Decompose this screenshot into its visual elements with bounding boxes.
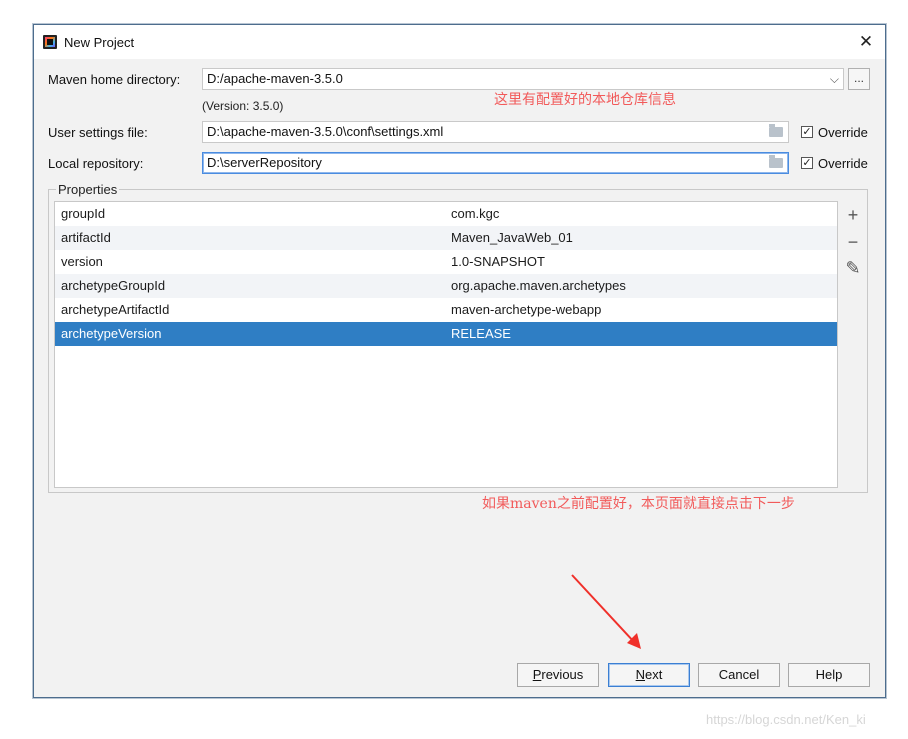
property-key: version: [61, 254, 103, 269]
property-value: com.kgc: [451, 206, 500, 221]
table-row-selected[interactable]: archetypeVersion RELEASE: [55, 322, 837, 346]
next-button[interactable]: Next: [608, 663, 690, 687]
local-repo-field[interactable]: D:\serverRepository: [202, 152, 789, 174]
properties-toolbar: + − ✎: [840, 201, 866, 488]
maven-home-label: Maven home directory:: [48, 72, 181, 87]
maven-home-browse-button[interactable]: ...: [848, 68, 870, 90]
local-repo-override-checkbox[interactable]: ✓: [801, 157, 813, 169]
help-button[interactable]: Help: [788, 663, 870, 687]
intellij-idea-icon: [43, 35, 57, 49]
folder-icon[interactable]: [769, 155, 783, 168]
property-value: RELEASE: [451, 326, 511, 341]
property-key: archetypeGroupId: [61, 278, 166, 293]
user-settings-override-checkbox[interactable]: ✓: [801, 126, 813, 138]
properties-table[interactable]: groupId com.kgc artifactId Maven_JavaWeb…: [54, 201, 838, 488]
user-settings-value: D:\apache-maven-3.5.0\conf\settings.xml: [207, 124, 444, 139]
user-settings-override-label: Override: [818, 125, 868, 140]
next-label: ext: [645, 667, 663, 682]
close-icon[interactable]: ✕: [855, 31, 877, 53]
annotation-local-repo-info: 这里有配置好的本地仓库信息: [494, 92, 676, 108]
table-row[interactable]: version 1.0-SNAPSHOT: [55, 250, 837, 274]
property-value: 1.0-SNAPSHOT: [451, 254, 545, 269]
table-row[interactable]: archetypeGroupId org.apache.maven.archet…: [55, 274, 837, 298]
property-value: Maven_JavaWeb_01: [451, 230, 573, 245]
user-settings-label: User settings file:: [48, 125, 148, 140]
table-row[interactable]: archetypeArtifactId maven-archetype-weba…: [55, 298, 837, 322]
window-title: New Project: [64, 35, 135, 50]
maven-version-note: (Version: 3.5.0): [202, 99, 284, 113]
table-row[interactable]: groupId com.kgc: [55, 202, 837, 226]
maven-home-combo[interactable]: D:/apache-maven-3.5.0 ⌵: [202, 68, 844, 90]
local-repo-label: Local repository:: [48, 156, 144, 171]
local-repo-value: D:\serverRepository: [207, 155, 322, 170]
property-key: artifactId: [61, 230, 111, 245]
local-repo-override-label: Override: [818, 156, 868, 171]
edit-icon[interactable]: ✎: [840, 257, 866, 279]
table-row[interactable]: artifactId Maven_JavaWeb_01: [55, 226, 837, 250]
chevron-down-icon[interactable]: ⌵: [830, 69, 839, 89]
previous-button[interactable]: Previous: [517, 663, 599, 687]
add-icon[interactable]: +: [840, 204, 866, 226]
remove-icon[interactable]: −: [840, 231, 866, 253]
maven-home-value: D:/apache-maven-3.5.0: [207, 71, 343, 86]
new-project-dialog: New Project ✕ Maven home directory: D:/a…: [33, 24, 886, 698]
title-bar: New Project ✕: [34, 25, 885, 59]
property-key: groupId: [61, 206, 106, 221]
cancel-button[interactable]: Cancel: [698, 663, 780, 687]
watermark: https://blog.csdn.net/Ken_ki: [706, 712, 866, 727]
property-value: org.apache.maven.archetypes: [451, 278, 626, 293]
annotation-arrow-icon: [571, 574, 641, 649]
property-value: maven-archetype-webapp: [451, 302, 602, 317]
user-settings-field[interactable]: D:\apache-maven-3.5.0\conf\settings.xml: [202, 121, 789, 143]
property-key: archetypeVersion: [61, 326, 162, 341]
property-key: archetypeArtifactId: [61, 302, 170, 317]
properties-legend: Properties: [56, 182, 120, 197]
previous-label: revious: [541, 667, 584, 682]
annotation-click-next: 如果maven之前配置好，本页面就直接点击下一步: [482, 496, 795, 512]
folder-icon[interactable]: [769, 124, 783, 137]
next-mnemonic: N: [635, 667, 646, 682]
